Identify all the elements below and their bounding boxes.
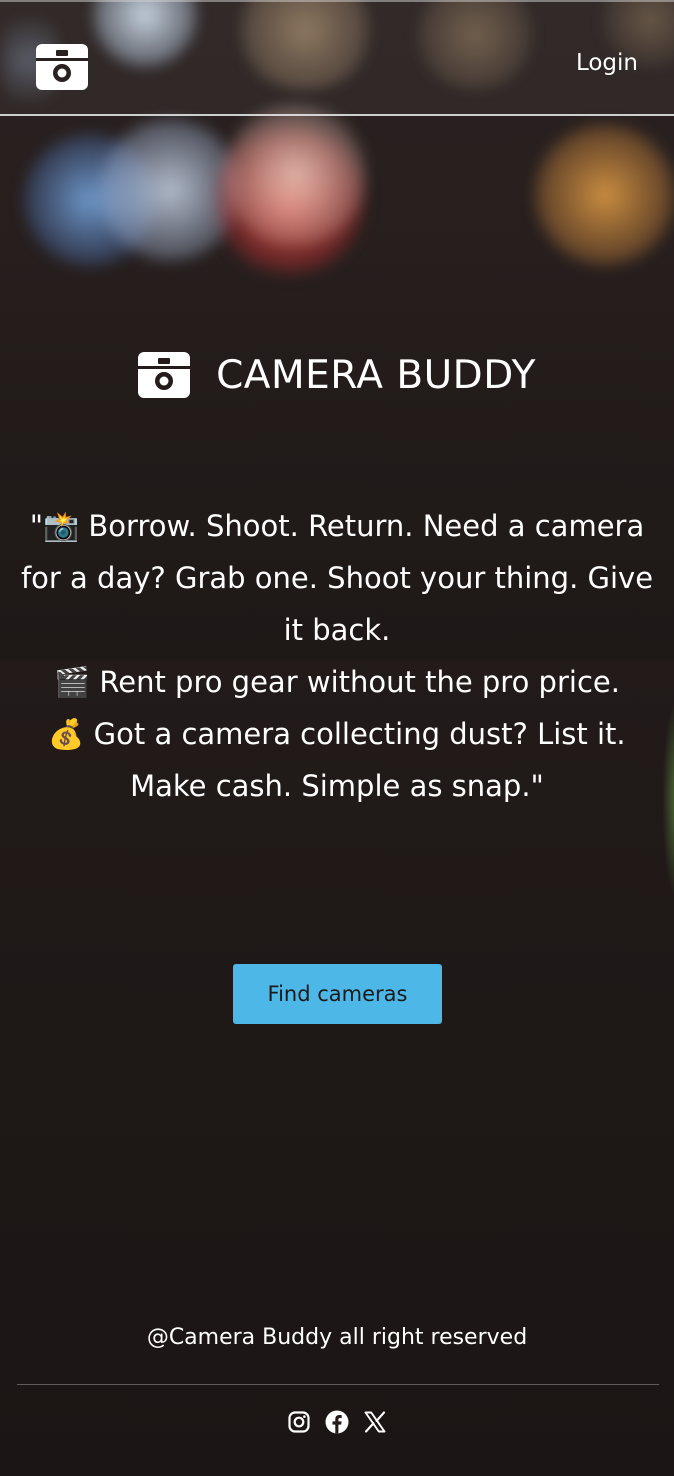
instagram-link[interactable] [287, 1410, 311, 1434]
tagline-line: 🎬 Rent pro gear without the pro price. [54, 665, 620, 699]
facebook-link[interactable] [325, 1410, 349, 1434]
background-bokeh [220, 100, 370, 250]
background-bokeh [662, 700, 674, 900]
find-cameras-button[interactable]: Find cameras [233, 964, 442, 1024]
tagline-line: 💰 Got a camera collecting dust? List it.… [48, 717, 626, 803]
site-header: Login [0, 0, 674, 116]
x-link[interactable] [363, 1410, 387, 1434]
tagline: "📸 Borrow. Shoot. Return. Need a camera … [20, 500, 654, 812]
brand-heading: CAMERA BUDDY [0, 352, 674, 398]
camera-icon [138, 352, 191, 398]
page-title: CAMERA BUDDY [216, 352, 536, 398]
camera-icon [36, 44, 88, 90]
background-bokeh [530, 120, 674, 270]
tagline-line: "📸 Borrow. Shoot. Return. Need a camera … [20, 509, 654, 647]
copyright-text: @Camera Buddy all right reserved [146, 1325, 528, 1350]
logo-home-link[interactable] [36, 44, 88, 90]
login-link[interactable]: Login [576, 50, 638, 76]
social-links [0, 1410, 674, 1434]
page: Login CAMERA BUDDY "📸 Borrow. Shoot. Ret… [0, 0, 674, 1476]
x-icon [364, 1411, 386, 1433]
footer-divider [17, 1384, 659, 1385]
facebook-icon [325, 1410, 349, 1434]
instagram-icon [288, 1411, 310, 1433]
